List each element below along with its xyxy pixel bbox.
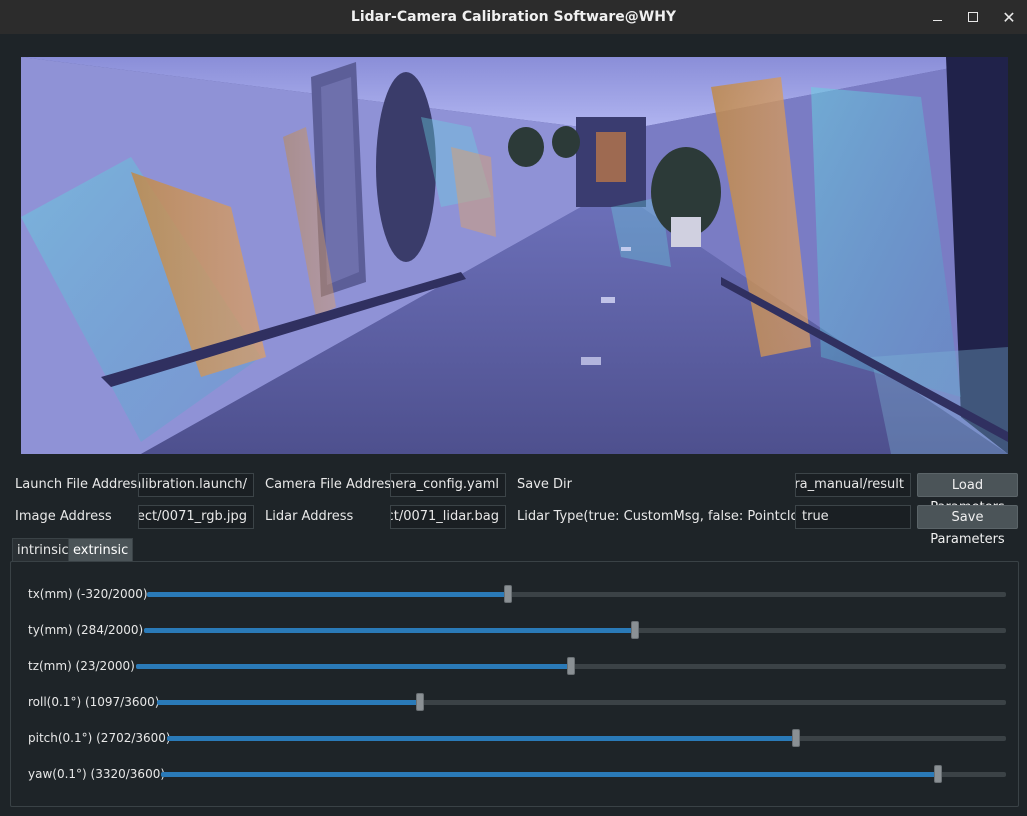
title-bar: Lidar-Camera Calibration Software@WHY ✕ — [0, 0, 1027, 34]
load-parameters-button[interactable]: Load Parameters — [917, 473, 1018, 515]
maximize-button[interactable] — [955, 0, 991, 34]
lidar-address-input[interactable]: ect/0071_lidar.bag — [390, 505, 506, 529]
slider-handle[interactable] — [567, 657, 575, 675]
lidar-type-label: Lidar Type(true: CustomMsg, false: Point… — [517, 509, 829, 524]
tab-intrinsic[interactable]: intrinsic — [12, 538, 74, 561]
slider-handle[interactable] — [503, 585, 512, 603]
slider-ty[interactable] — [144, 621, 1006, 639]
slider-fill — [147, 592, 508, 597]
save-dir-input[interactable]: era_manual/result — [795, 473, 911, 497]
slider-fill — [161, 772, 939, 777]
launch-file-input[interactable]: /calibration.launch — [138, 473, 254, 497]
image-address-input[interactable]: llect/0071_rgb.jpg — [138, 505, 254, 529]
slider-tx[interactable] — [147, 585, 1006, 603]
window-controls: ✕ — [919, 0, 1027, 34]
launch-file-label: Launch File Address — [15, 477, 144, 492]
maximize-icon — [968, 12, 978, 22]
lidar-address-label: Lidar Address — [265, 509, 354, 524]
projection-image-view — [21, 57, 1008, 454]
minimize-button[interactable] — [919, 0, 955, 34]
slider-handle[interactable] — [631, 621, 640, 639]
lidar-type-input[interactable]: true — [795, 505, 911, 529]
tab-extrinsic[interactable]: extrinsic — [68, 538, 134, 561]
slider-roll[interactable] — [157, 693, 1006, 711]
slider-pitch[interactable] — [167, 729, 1006, 747]
window-title: Lidar-Camera Calibration Software@WHY — [350, 9, 677, 25]
close-button[interactable]: ✕ — [991, 0, 1027, 34]
camera-file-label: Camera File Address — [265, 477, 398, 492]
slider-handle[interactable] — [792, 729, 801, 747]
save-dir-label: Save Dir — [517, 477, 573, 492]
slider-tz[interactable] — [136, 657, 1006, 675]
slider-yaw[interactable] — [161, 765, 1006, 783]
slider-handle[interactable] — [416, 693, 425, 711]
camera-file-input[interactable]: amera_config.yaml — [390, 473, 506, 497]
slider-label-tz: tz(mm) (23/2000) — [28, 659, 135, 673]
slider-fill — [157, 700, 421, 705]
projection-image — [21, 57, 1008, 454]
image-address-label: Image Address — [15, 509, 112, 524]
save-parameters-button[interactable]: Save Parameters — [917, 505, 1018, 547]
slider-label-pitch: pitch(0.1°) (2702/3600) — [28, 731, 171, 745]
slider-label-roll: roll(0.1°) (1097/3600) — [28, 695, 160, 709]
slider-handle[interactable] — [934, 765, 943, 783]
slider-fill — [136, 664, 571, 669]
slider-fill — [167, 736, 797, 741]
slider-label-ty: ty(mm) (284/2000) — [28, 623, 144, 637]
slider-label-tx: tx(mm) (-320/2000) — [28, 587, 148, 601]
slider-fill — [144, 628, 636, 633]
minimize-icon — [932, 19, 942, 21]
close-icon: ✕ — [1002, 7, 1016, 27]
slider-label-yaw: yaw(0.1°) (3320/3600) — [28, 767, 166, 781]
